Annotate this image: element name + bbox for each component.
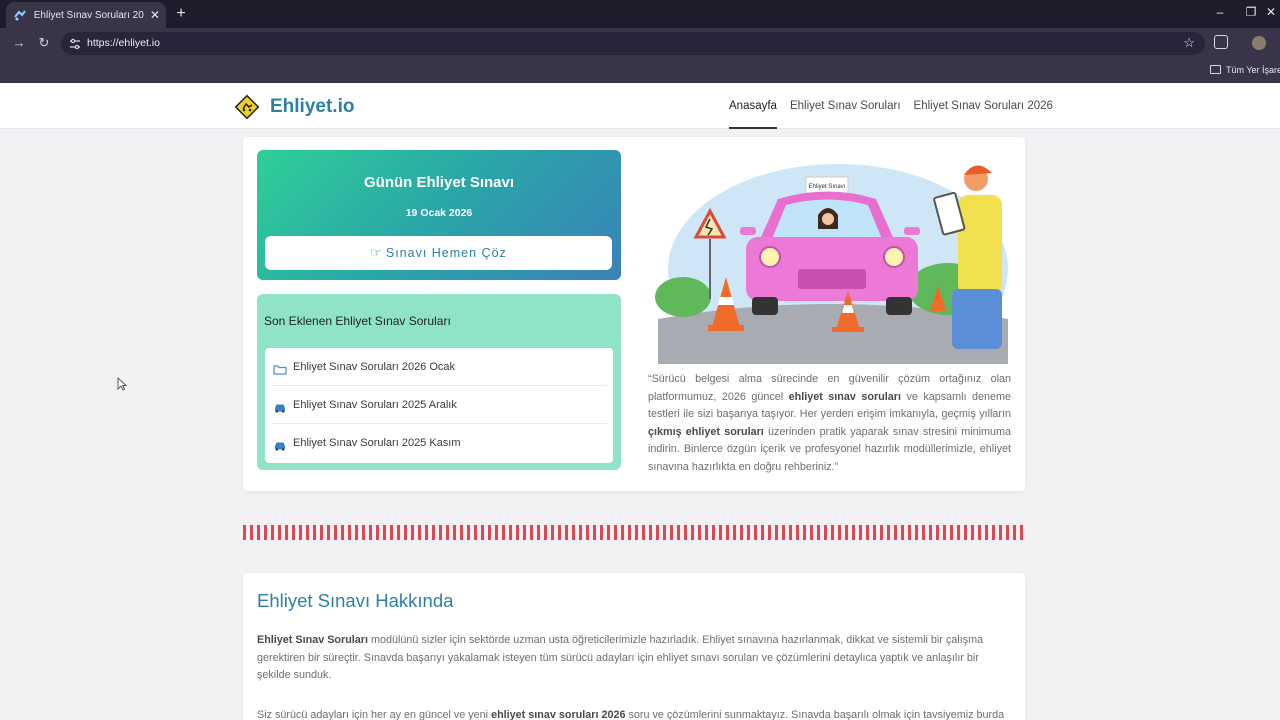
solve-exam-button[interactable]: ☞ Sınavı Hemen Çöz (265, 236, 612, 270)
folder-icon (1210, 65, 1221, 74)
illustration-sign-text: Ehliyet Sınavı (809, 184, 846, 190)
car-icon (273, 438, 287, 451)
about-p2-text-2: soru ve çözümlerini sunmaktayız. Sınavda… (625, 709, 1005, 720)
browser-tab-bar: Ehliyet Sınav Soruları 2026 - Çö ✕ + – ❐… (0, 0, 1280, 28)
site-header: Ehliyet.io Anasayfa Ehliyet Sınav Sorula… (0, 83, 1280, 129)
car-icon (273, 400, 287, 413)
list-item[interactable]: Ehliyet Sınav Soruları 2025 Kasım (271, 424, 607, 462)
about-p2-bold: ehliyet sınav soruları 2026 (491, 709, 626, 720)
extensions-icon[interactable] (1214, 35, 1228, 49)
list-item-label: Ehliyet Sınav Soruları 2025 Kasım (293, 437, 461, 449)
about-paragraph-2: Siz sürücü adayları için her ay en günce… (257, 707, 1009, 720)
window-close-icon[interactable]: ✕ (1262, 5, 1280, 19)
bookmark-star-icon[interactable]: ☆ (1183, 35, 1195, 51)
hand-point-right-icon: ☞ (370, 245, 382, 260)
logo-text[interactable]: Ehliyet.io (270, 96, 354, 118)
folder-icon (273, 362, 287, 375)
mouse-cursor-icon (117, 377, 127, 391)
profile-avatar[interactable] (1252, 36, 1266, 50)
url-text: https://ehliyet.io (87, 37, 160, 49)
minimize-icon[interactable]: – (1211, 5, 1229, 19)
reload-icon[interactable]: ↻ (36, 35, 52, 51)
hero-card: Günün Ehliyet Sınavı 19 Ocak 2026 ☞ Sına… (243, 137, 1025, 491)
platform-quote: “Sürücü belgesi alma sürecinde en güveni… (648, 371, 1011, 476)
nav-item-home[interactable]: Anasayfa (729, 83, 777, 129)
about-title: Ehliyet Sınavı Hakkında (257, 590, 454, 611)
main-nav: Anasayfa Ehliyet Sınav Soruları Ehliyet … (729, 83, 1066, 129)
nav-item-exam-questions[interactable]: Ehliyet Sınav Soruları (790, 83, 901, 129)
quote-bold-1: ehliyet sınav soruları (788, 390, 901, 403)
list-item[interactable]: Ehliyet Sınav Soruları 2026 Ocak (271, 348, 607, 386)
solve-exam-button-label: Sınavı Hemen Çöz (385, 246, 507, 260)
site-info-icon[interactable] (69, 37, 81, 50)
logo-road-sign-icon[interactable] (234, 94, 260, 120)
recent-questions-title: Son Eklenen Ehliyet Sınav Soruları (264, 314, 451, 328)
restore-icon[interactable]: ❐ (1242, 5, 1260, 19)
nav-item-exam-questions-2026[interactable]: Ehliyet Sınav Soruları 2026 (914, 83, 1053, 129)
driving-exam-illustration: Ehliyet Sınavı (655, 164, 1008, 364)
daily-exam-date: 19 Ocak 2026 (405, 207, 473, 219)
all-bookmarks-link[interactable]: Tüm Yer İşaretl (1226, 65, 1280, 75)
daily-exam-title: Günün Ehliyet Sınavı (363, 174, 515, 191)
about-paragraph-1: Ehliyet Sınav Soruları modülünü sizler i… (257, 632, 1009, 685)
about-p2-text-1: Siz sürücü adayları için her ay en günce… (257, 709, 492, 720)
tab-title: Ehliyet Sınav Soruları 2026 - Çö (33, 9, 144, 21)
daily-exam-card: Günün Ehliyet Sınavı 19 Ocak 2026 ☞ Sına… (257, 150, 621, 280)
tab-close-icon[interactable]: ✕ (150, 8, 160, 22)
recent-questions-list: Ehliyet Sınav Soruları 2026 Ocak Ehliyet… (265, 348, 613, 463)
list-item-label: Ehliyet Sınav Soruları 2026 Ocak (293, 360, 456, 373)
recent-questions-card: Son Eklenen Ehliyet Sınav Soruları Ehliy… (257, 294, 621, 470)
browser-tab[interactable]: Ehliyet Sınav Soruları 2026 - Çö ✕ (6, 2, 166, 28)
list-item-label: Ehliyet Sınav Soruları 2025 Aralık (293, 398, 457, 411)
address-bar[interactable]: https://ehliyet.io ☆ (61, 32, 1205, 55)
about-card: Ehliyet Sınavı Hakkında Ehliyet Sınav So… (243, 573, 1025, 720)
new-tab-icon[interactable]: + (172, 5, 190, 23)
striped-divider (243, 525, 1025, 540)
about-p1-bold: Ehliyet Sınav Soruları (257, 634, 369, 646)
bookmarks-bar: Tüm Yer İşaretl (0, 59, 1280, 83)
forward-icon[interactable]: → (11, 35, 27, 51)
list-item[interactable]: Ehliyet Sınav Soruları 2025 Aralık (271, 386, 607, 424)
browser-toolbar: → ↻ https://ehliyet.io ☆ (0, 28, 1280, 59)
site-favicon-icon (12, 7, 28, 23)
quote-bold-2: çıkmış ehliyet soruları (648, 425, 764, 438)
